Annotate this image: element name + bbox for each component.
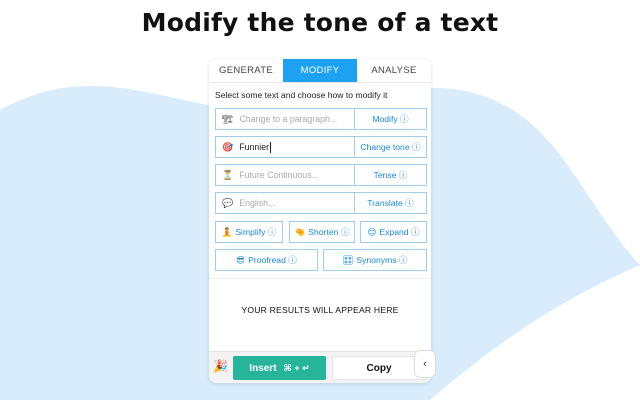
smile-icon: 😊 — [367, 226, 377, 237]
party-popper-icon: 🎉 — [213, 359, 228, 373]
collapse-panel-button[interactable]: ‹ — [414, 350, 436, 378]
modify-input-placeholder: Change to a paragraph... — [239, 114, 338, 124]
tone-input[interactable]: 🎯 Funnier — [215, 136, 355, 158]
crane-icon: 🏗 — [222, 113, 234, 124]
tone-row: 🎯 Funnier Change tone ⓘ — [215, 136, 427, 158]
tone-input-value: Funnier — [239, 142, 270, 152]
meditation-icon: 🧘 — [221, 226, 233, 237]
translate-input[interactable]: 💬 English... — [215, 192, 355, 214]
change-tone-button[interactable]: Change tone ⓘ — [355, 136, 427, 158]
tab-analyse[interactable]: ANALYSE — [357, 59, 431, 82]
synonyms-label: Synonyms ⓘ — [356, 255, 408, 265]
tense-input[interactable]: ⏳ Future Continuous... — [215, 164, 355, 186]
shorten-label: Shorten ⓘ — [308, 227, 350, 237]
hourglass-icon: ⏳ — [222, 169, 234, 180]
sunglasses-icon: 😎 — [236, 254, 246, 265]
tab-modify[interactable]: MODIFY — [283, 59, 357, 82]
expand-label: Expand ⓘ — [379, 227, 420, 237]
modify-button[interactable]: Modify ⓘ — [355, 108, 427, 130]
control-knobs-icon: 🎛 — [342, 254, 354, 265]
tense-row: ⏳ Future Continuous... Tense ⓘ — [215, 164, 427, 186]
copy-button[interactable]: Copy — [332, 356, 426, 380]
chevron-left-icon: ‹ — [423, 358, 427, 370]
tab-bar: GENERATE MODIFY ANALYSE — [209, 59, 431, 83]
results-placeholder: YOUR RESULTS WILL APPEAR HERE — [241, 305, 399, 315]
pinch-icon: 🤏 — [294, 226, 306, 237]
modify-input[interactable]: 🏗 Change to a paragraph... — [215, 108, 355, 130]
translate-row: 💬 English... Translate ⓘ — [215, 192, 427, 214]
insert-shortcut: ⌘ + ↵ — [283, 362, 310, 373]
expand-button[interactable]: 😊 Expand ⓘ — [360, 221, 427, 243]
synonyms-button[interactable]: 🎛 Synonyms ⓘ — [323, 249, 427, 271]
insert-label: Insert — [249, 362, 277, 374]
instruction-text: Select some text and choose how to modif… — [215, 90, 388, 100]
section-divider — [209, 278, 431, 279]
speech-bubble-icon: 💬 — [222, 197, 234, 208]
tab-generate[interactable]: GENERATE — [209, 59, 283, 82]
simplify-label: Simplify ⓘ — [235, 227, 277, 237]
translate-input-placeholder: English... — [239, 198, 276, 208]
proofread-label: Proofread ⓘ — [248, 255, 297, 265]
tense-button[interactable]: Tense ⓘ — [355, 164, 427, 186]
page-headline: Modify the tone of a text — [141, 8, 499, 37]
simplify-button[interactable]: 🧘 Simplify ⓘ — [215, 221, 283, 243]
modify-row: 🏗 Change to a paragraph... Modify ⓘ — [215, 108, 427, 130]
target-icon: 🎯 — [222, 141, 234, 152]
text-caret — [270, 141, 272, 153]
translate-button[interactable]: Translate ⓘ — [355, 192, 427, 214]
proofread-button[interactable]: 😎 Proofread ⓘ — [215, 249, 318, 271]
insert-button[interactable]: Insert ⌘ + ↵ — [233, 356, 326, 380]
bottom-bar: 🎉 Insert ⌘ + ↵ Copy — [209, 351, 431, 383]
shorten-button[interactable]: 🤏 Shorten ⓘ — [289, 221, 355, 243]
tense-input-placeholder: Future Continuous... — [239, 170, 319, 180]
extension-panel: GENERATE MODIFY ANALYSE Select some text… — [209, 59, 431, 383]
